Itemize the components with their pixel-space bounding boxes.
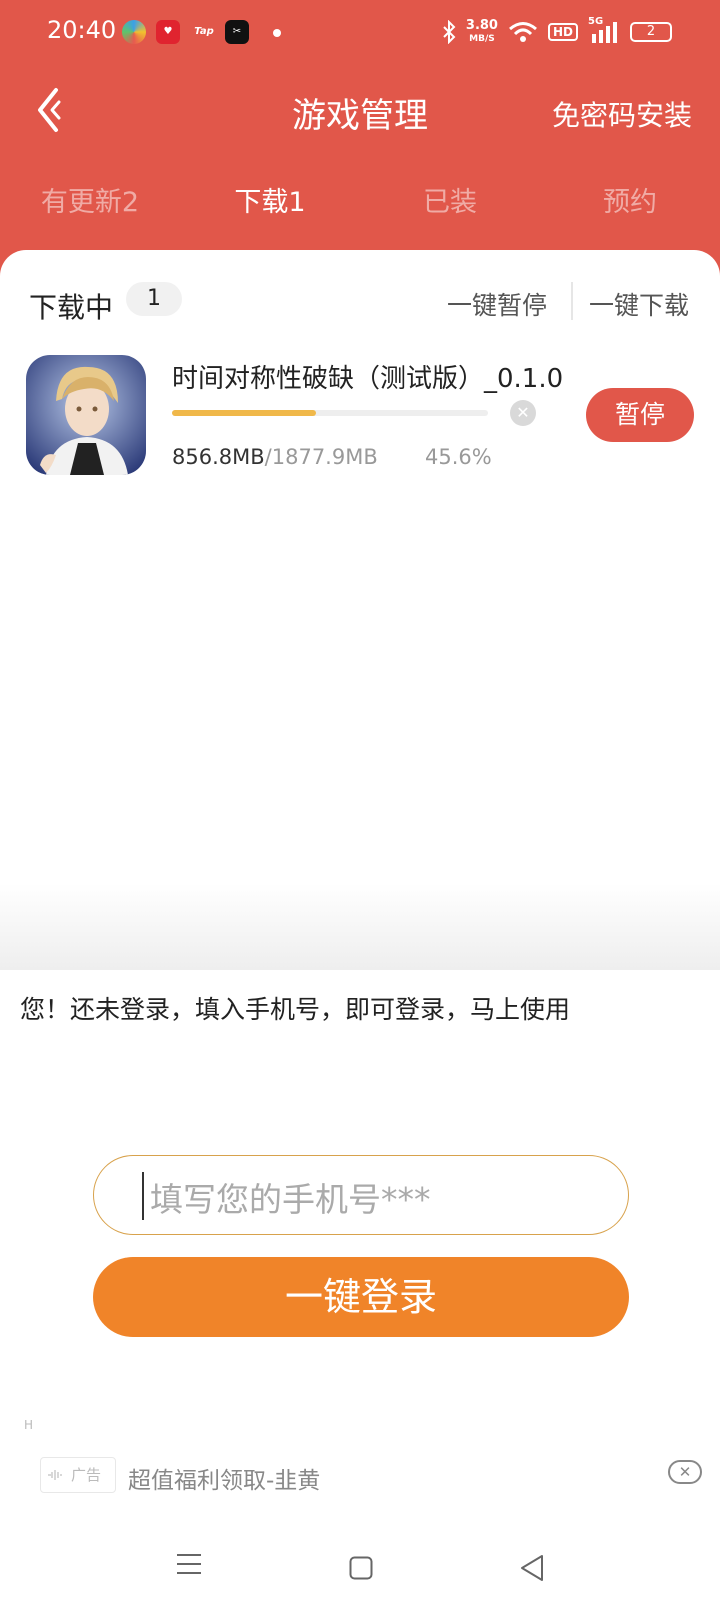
phone-input[interactable]: 填写您的手机号***	[93, 1155, 629, 1235]
colorful-app-icon	[122, 20, 146, 44]
cancel-download-button[interactable]: ✕	[510, 400, 536, 426]
tab-downloads[interactable]: 下载1	[180, 180, 360, 219]
hd-badge: HD	[547, 23, 578, 41]
download-progress-bar	[172, 410, 488, 416]
wifi-icon	[508, 21, 538, 43]
ad-badge: 广告	[40, 1457, 116, 1493]
sound-wave-icon	[48, 1470, 62, 1480]
ad-close-button[interactable]: ✕	[668, 1460, 702, 1484]
login-message: 您！还未登录，填入手机号，即可登录，马上使用	[20, 995, 571, 1024]
game-name: 时间对称性破缺（测试版）_0.1.0	[172, 364, 564, 394]
ad-marker: H	[24, 1418, 34, 1432]
speed-value: 3.80	[465, 17, 498, 33]
progress-fill	[172, 410, 317, 416]
battery-icon: 2	[630, 22, 672, 42]
capcut-app-icon: ✂	[225, 20, 249, 44]
text-caret	[142, 1172, 144, 1220]
red-app-icon: ♥	[156, 20, 180, 44]
status-time: 20:40	[47, 16, 117, 44]
download-panel: 下载中 1 一键暂停 一键下载 时间对称性破缺（测试版）_0.1.0 ✕ 856…	[0, 250, 720, 970]
section-title: 下载中	[29, 291, 114, 324]
download-percent: 45.6%	[425, 445, 492, 469]
phone-placeholder: 填写您的手机号***	[150, 1180, 431, 1219]
nav-menu-button[interactable]	[176, 1553, 202, 1575]
network-type: 5G	[588, 16, 604, 27]
bluetooth-icon	[442, 20, 456, 44]
ad-text[interactable]: 超值福利领取-韭黄	[128, 1461, 320, 1495]
network-speed: 3.80 MB/S	[465, 17, 498, 45]
download-all-button[interactable]: 一键下载	[589, 286, 689, 322]
notification-dot	[273, 29, 281, 37]
download-size: 856.8MB/1877.9MB	[172, 445, 378, 469]
header: 20:40 ♥ Tap ✂ 3.80 MB/S HD 5G 2 游戏管理 免密码…	[0, 0, 720, 290]
ad-badge-label: 广告	[71, 1466, 102, 1484]
password-free-install-button[interactable]: 免密码安装	[552, 94, 692, 134]
menu-icon	[177, 1554, 201, 1574]
total-size: /1877.9MB	[264, 445, 378, 469]
back-triangle-icon	[521, 1555, 543, 1581]
status-indicators: 3.80 MB/S HD 5G 2	[442, 16, 672, 46]
speed-unit: MB/S	[469, 33, 495, 44]
tab-bar: 有更新2 下载1 已装 预约	[0, 180, 720, 234]
pause-button[interactable]: 暂停	[586, 388, 694, 442]
home-square-icon	[349, 1556, 373, 1580]
nav-home-button[interactable]	[349, 1556, 373, 1580]
tab-reserved[interactable]: 预约	[540, 180, 720, 219]
one-click-login-button[interactable]: 一键登录	[93, 1257, 629, 1337]
tab-updates[interactable]: 有更新2	[0, 180, 180, 219]
download-count-badge: 1	[126, 282, 182, 316]
downloaded-size: 856.8MB	[172, 445, 265, 469]
game-icon[interactable]	[26, 355, 146, 475]
signal-icon: 5G	[588, 16, 620, 44]
status-bar: 20:40 ♥ Tap ✂ 3.80 MB/S HD 5G 2	[0, 0, 720, 64]
nav-back-button[interactable]	[520, 1554, 544, 1582]
tap-app-icon: Tap	[194, 26, 214, 37]
pause-all-button[interactable]: 一键暂停	[447, 286, 547, 322]
tab-installed[interactable]: 已装	[360, 180, 540, 219]
divider	[571, 282, 573, 320]
